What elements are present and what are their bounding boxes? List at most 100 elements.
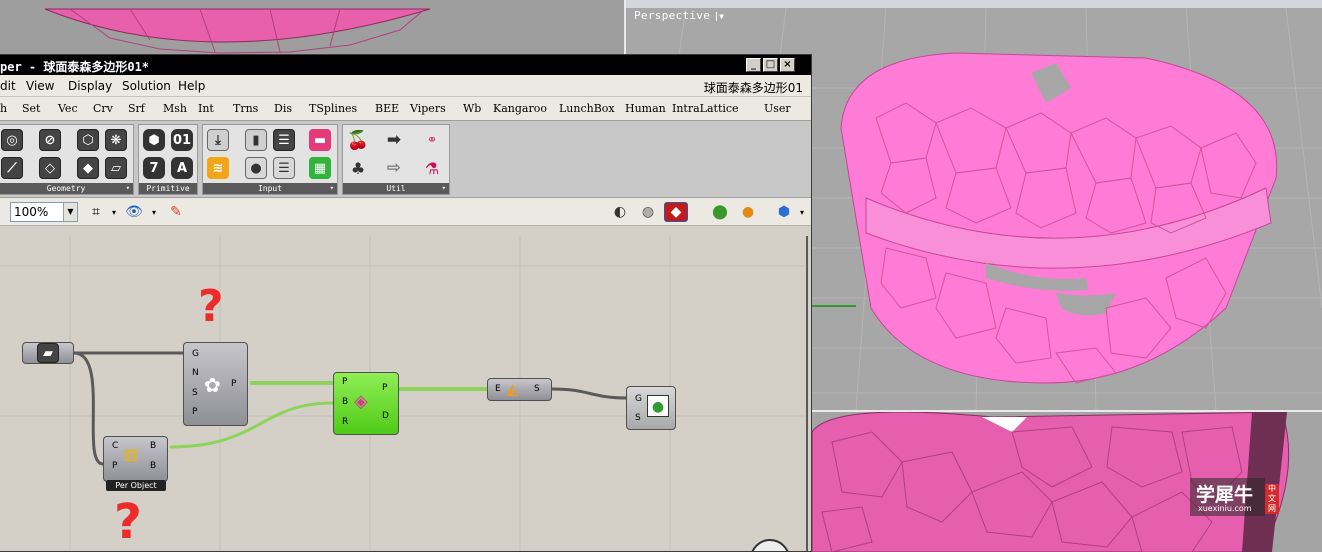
viewport-menu-arrow-icon[interactable]: ▼ [716, 12, 725, 21]
tab-wb[interactable]: Wb [463, 102, 481, 115]
minimize-button[interactable]: _ [746, 58, 761, 72]
gradient-icon[interactable]: ▬ [309, 129, 331, 151]
tab-user[interactable]: User [764, 102, 791, 115]
tab-dis[interactable]: Dis [274, 102, 292, 115]
populate-component[interactable]: C P B B ⚅ Per Object [103, 436, 168, 491]
tab-vec[interactable]: Vec [58, 102, 78, 115]
voronoi-component[interactable]: G N S P P ✿ [183, 342, 248, 426]
eye-icon[interactable]: 👁 [124, 202, 144, 222]
tab-kangaroo[interactable]: Kangaroo [493, 102, 547, 115]
tab-crv[interactable]: Crv [93, 102, 113, 115]
mesh-param-icon[interactable]: ❋ [105, 129, 127, 151]
tab-int[interactable]: Int [198, 102, 214, 115]
chevron-down-icon[interactable]: ▾ [144, 202, 164, 222]
viewport-label-text[interactable]: Perspective [634, 9, 710, 22]
menu-edit[interactable]: dit [0, 79, 16, 93]
hexagon-param-icon[interactable]: ⬢ [143, 129, 165, 151]
watermark-side: 中文网 [1265, 484, 1279, 514]
grasshopper-window[interactable]: per - 球面泰森多边形01* _ □ × dit View Display … [0, 54, 812, 552]
input-r: R [342, 417, 349, 427]
arrow-outline-icon[interactable]: ⇨ [383, 157, 405, 179]
circle-param-icon[interactable]: ◎ [1, 129, 23, 151]
slider-icon[interactable]: ☰ [273, 129, 295, 151]
preview-off-icon[interactable]: ◐ [610, 202, 630, 222]
output-s: S [534, 384, 540, 394]
tab-msh[interactable]: Msh [163, 102, 187, 115]
viewport-top-left[interactable] [0, 0, 624, 56]
curve-param-icon[interactable]: ⊘ [39, 129, 61, 151]
custom-preview-component[interactable]: G S ● [626, 386, 676, 430]
zoom-extents-icon[interactable]: ⌗ [86, 202, 106, 222]
explode-component[interactable]: E S ◭ [487, 378, 552, 401]
tab-tsplines[interactable]: TSplines [309, 102, 357, 115]
menu-bar: dit View Display Solution Help 球面泰森多边形01 [0, 75, 811, 97]
menu-help[interactable]: Help [178, 79, 205, 93]
grasshopper-canvas[interactable]: ▰ G N S P P ✿ C P B B ⚅ Per Object P B R… [0, 236, 808, 551]
watermark: 学犀牛 xuexiniu.com 中文网 [1190, 478, 1285, 518]
mesh-preview-top [44, 8, 431, 54]
input-c: C [112, 441, 119, 451]
menu-solution[interactable]: Solution [122, 79, 171, 93]
question-mark-bottom: ? [114, 494, 142, 550]
input-s: S [635, 413, 641, 423]
viewport-splitter-horizontal[interactable] [812, 410, 1322, 412]
text-param-icon[interactable]: A [171, 157, 193, 179]
panel-caption-primitive: Primitive [139, 183, 197, 194]
brep-param-icon[interactable]: ◆ [77, 157, 99, 179]
tab-lunchbox[interactable]: LunchBox [559, 102, 615, 115]
menu-view[interactable]: View [26, 79, 54, 93]
tree-icon[interactable]: ♣ [347, 157, 369, 179]
plane-param-icon[interactable]: ◇ [39, 157, 61, 179]
close-button[interactable]: × [780, 58, 795, 72]
zoom-select[interactable]: 100% ▼ [10, 202, 78, 222]
cluster-icon[interactable]: ⚭ [421, 129, 443, 151]
line-param-icon[interactable]: ⟋ [1, 157, 23, 179]
preview-wire-icon[interactable]: ◍ [638, 202, 658, 222]
integer-param-icon[interactable]: 7 [143, 157, 165, 179]
tab-vipers[interactable]: Vipers [410, 102, 446, 115]
tab-srf[interactable]: Srf [128, 102, 145, 115]
flask-icon[interactable]: ⚗ [421, 157, 443, 179]
viewport-label[interactable]: Perspective ▼ [634, 9, 725, 22]
material-ball-icon[interactable]: ● [738, 202, 758, 222]
maximize-button[interactable]: □ [763, 58, 778, 72]
tab-bee[interactable]: BEE [375, 102, 399, 115]
preview-shaded-icon[interactable]: ◆ [664, 202, 688, 222]
menu-display[interactable]: Display [68, 79, 112, 93]
input-g: G [192, 349, 199, 359]
tab-intralattice[interactable]: IntraLattice [672, 102, 739, 115]
input-b: B [342, 397, 349, 407]
bake-icon[interactable]: ⬤ [710, 202, 730, 222]
panel-util: 🍒 ➡ ⚭ ♣ ⇨ ⚗ Util ▾ [342, 124, 450, 195]
surface-param-icon[interactable]: ▱ [105, 157, 127, 179]
value-list-icon[interactable]: ☰ [273, 157, 295, 179]
window-title-bar[interactable]: per - 球面泰森多边形01* _ □ × [0, 55, 811, 75]
color-swatch-icon[interactable]: ▦ [309, 157, 331, 179]
chevron-down-icon[interactable]: ▾ [104, 202, 124, 222]
tab-human[interactable]: Human [625, 102, 666, 115]
tab-trns[interactable]: Trns [233, 102, 258, 115]
boolean-param-icon[interactable]: 01 [171, 129, 193, 151]
box-param-icon[interactable]: ⬡ [77, 129, 99, 151]
input-e: E [495, 384, 501, 394]
voronoi-icon: ✿ [204, 373, 221, 397]
panel-caption-util: Util ▾ [343, 183, 449, 194]
tab-set[interactable]: Set [22, 102, 40, 115]
input-n: N [192, 368, 199, 378]
brep-process-component[interactable]: P B R P D ◈ [333, 372, 399, 435]
graph-mapper-icon[interactable]: ≋ [207, 157, 229, 179]
import-icon[interactable]: ⤓ [207, 129, 229, 151]
cherry-icon[interactable]: 🍒 [347, 129, 369, 151]
sketch-pen-icon[interactable]: ✎ [166, 202, 186, 222]
viewport-bottom-right[interactable]: 学犀牛 xuexiniu.com 中文网 [812, 412, 1322, 552]
gem-icon: ◈ [354, 391, 368, 412]
output-p: P [231, 379, 237, 389]
button-param-icon[interactable]: ● [245, 157, 267, 179]
arrow-right-icon[interactable]: ➡ [383, 129, 405, 151]
tab-math[interactable]: h [0, 102, 7, 115]
chevron-down-icon[interactable]: ▾ [792, 202, 811, 222]
hexagon-settings-icon[interactable]: ⬢ [774, 202, 794, 222]
curve-param-component[interactable]: ▰ [22, 342, 74, 364]
chevron-down-icon[interactable]: ▼ [63, 203, 77, 221]
toggle-icon[interactable]: ▮ [245, 129, 267, 151]
